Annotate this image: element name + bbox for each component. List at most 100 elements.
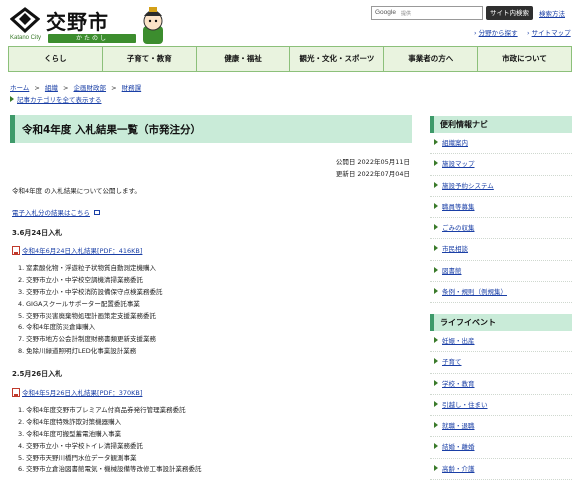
sidebar-item-employment[interactable]: 就職・退職 — [430, 416, 572, 438]
breadcrumb: ホーム > 組織 > 企画財政部 > 財務課 — [10, 82, 141, 92]
sidebar-item-ordinances[interactable]: 条例・規則（例規集） — [430, 282, 572, 304]
list-item: 2. 交野市立小・中学校空調機清掃業務委託 — [18, 275, 143, 284]
sidebar-item-label[interactable]: 子育て — [442, 358, 462, 366]
pdf-icon — [12, 388, 20, 397]
nav-item-tourism[interactable]: 観光・文化・スポーツ — [290, 47, 385, 71]
triangle-right-icon — [434, 245, 438, 252]
electronic-bid-label[interactable]: 電子入札分の結果はこちら — [12, 209, 90, 217]
breadcrumb-separator: > — [34, 84, 40, 92]
sidebar-item-label[interactable]: 条例・規則（例規集） — [442, 288, 507, 296]
sidebar-item-marriage[interactable]: 結婚・離婚 — [430, 437, 572, 459]
triangle-right-icon — [434, 266, 438, 273]
sidebar-item-label[interactable]: 就職・退職 — [442, 422, 475, 430]
show-all-categories-label[interactable]: 記事カテゴリを全て表示する — [17, 96, 102, 104]
sidebar-item-label[interactable]: 市民相談 — [442, 245, 468, 253]
triangle-right-icon — [434, 400, 438, 407]
list-item: 6. 交野市立倉治図書館電気・機械設備等改修工事設計業務委託 — [18, 465, 202, 474]
sidebar-item-label[interactable]: 高齢・介護 — [442, 465, 475, 473]
breadcrumb-finance-division[interactable]: 財務課 — [122, 84, 142, 92]
sidebar-item-school[interactable]: 学校・教育 — [430, 374, 572, 395]
nav-item-city[interactable]: 市政について — [478, 47, 571, 71]
sidebar-item-label[interactable]: 施設マップ — [442, 160, 475, 168]
external-link-icon — [94, 210, 101, 215]
show-all-categories[interactable]: 記事カテゴリを全て表示する — [10, 94, 102, 104]
nav-item-living[interactable]: くらし — [9, 47, 103, 71]
pdf-link[interactable]: 令和4年6月24日入札結果[PDF：416KB] — [12, 245, 142, 255]
sidebar-item-childcare[interactable]: 子育て — [430, 352, 572, 374]
arrow-right-icon: › — [527, 29, 530, 37]
sidebar-item-label[interactable]: 妊娠・出産 — [442, 337, 475, 345]
site-logo[interactable]: 交野市 Katano City かたのし — [8, 4, 163, 44]
site-search-button[interactable]: サイト内検索 — [486, 6, 533, 20]
city-emblem-icon — [10, 7, 40, 33]
browse-by-field-link[interactable]: › 分野から探す — [474, 27, 518, 37]
list-item: 6. 令和4年度防災倉庫購入 — [18, 323, 96, 332]
sidebar-item-library[interactable]: 図書館 — [430, 261, 572, 283]
triangle-right-icon — [434, 288, 438, 295]
triangle-right-icon — [434, 443, 438, 450]
list-item: 8. 免除川緑道照明灯LED化事業設計業務 — [18, 347, 137, 356]
sidebar-item-label[interactable]: 学校・教育 — [442, 380, 475, 388]
sidebar-item-garbage[interactable]: ごみの収集 — [430, 218, 572, 240]
section-heading: 3.6月24日入札 — [12, 229, 63, 237]
global-nav: くらし 子育て・教育 健康・福祉 観光・文化・スポーツ 事業者の方へ 市政につい… — [8, 46, 572, 72]
published-date: 公開日 2022年05月11日 — [335, 158, 410, 166]
intro-text: 令和4年度 の入札結果について公開します。 — [12, 187, 141, 195]
page-title-bar: 令和4年度 入札結果一覧（市発注分） — [10, 115, 412, 143]
sidebar-item-label[interactable]: 組織案内 — [442, 139, 468, 147]
sidebar-item-label[interactable]: 施設予約システム — [442, 182, 494, 190]
list-item: 2. 令和4年度特殊詐欺対策機器購入 — [18, 417, 122, 426]
sidebar-item-label[interactable]: 結婚・離婚 — [442, 443, 475, 451]
search-provider-label: Google — [375, 9, 396, 16]
pdf-link-label[interactable]: 令和4年5月26日入札結果[PDF：370KB] — [22, 389, 142, 397]
sidebar-useful-nav: 便利情報ナビ 組織案内 施設マップ 施設予約システム 職員等募集 ごみの収集 市… — [430, 116, 572, 304]
breadcrumb-home[interactable]: ホーム — [10, 84, 29, 92]
pdf-link[interactable]: 令和4年5月26日入札結果[PDF：370KB] — [12, 387, 142, 397]
site-header: 交野市 Katano City かたのし Google 提供 サイト内検索 検索… — [0, 0, 580, 46]
sidebar-item-facility-reservation[interactable]: 施設予約システム — [430, 176, 572, 197]
sidebar-item-label[interactable]: ごみの収集 — [442, 224, 475, 232]
sitemap-link[interactable]: › サイトマップ — [527, 27, 571, 37]
nav-item-health[interactable]: 健康・福祉 — [197, 47, 291, 71]
sidebar-item-organization[interactable]: 組織案内 — [430, 133, 572, 155]
sidebar-item-label[interactable]: 引越し・住まい — [442, 401, 488, 409]
arrow-right-icon: › — [474, 29, 477, 37]
triangle-right-icon — [434, 181, 438, 188]
sidebar-item-moving[interactable]: 引越し・住まい — [430, 395, 572, 417]
sidebar-item-label[interactable]: 職員等募集 — [442, 203, 475, 211]
electronic-bid-link[interactable]: 電子入札分の結果はこちら — [12, 207, 101, 217]
list-item: 1. 窒素酸化物・浮遊粒子状物質自動測定機購入 — [18, 264, 156, 272]
list-item: 5. 交野市天野川橋門水位データ観測事業 — [18, 453, 137, 462]
sidebar-item-facility-map[interactable]: 施設マップ — [430, 154, 572, 176]
nav-item-childcare[interactable]: 子育て・教育 — [103, 47, 197, 71]
sitemap-label[interactable]: サイトマップ — [532, 29, 571, 37]
pdf-link-label[interactable]: 令和4年6月24日入札結果[PDF：416KB] — [22, 247, 142, 255]
sidebar-item-pregnancy[interactable]: 妊娠・出産 — [430, 331, 572, 353]
breadcrumb-organization[interactable]: 組織 — [45, 84, 58, 92]
list-item: 5. 交野市災害廃棄物処理計画策定支援業務委託 — [18, 311, 156, 320]
list-item: 4. 交野市立小・中学校トイレ清掃業務委託 — [18, 441, 143, 450]
breadcrumb-planning-finance[interactable]: 企画財政部 — [74, 84, 107, 92]
sidebar-item-recruitment[interactable]: 職員等募集 — [430, 197, 572, 219]
sidebar-item-label[interactable]: 図書館 — [442, 267, 462, 275]
search-input[interactable]: Google 提供 — [371, 6, 483, 20]
list-item: 3. 交野市立小・中学校消防設備保守点検業務委託 — [18, 287, 163, 296]
section-heading: 2.5月26日入札 — [12, 370, 63, 378]
bid-list: 1. 令和4年度交野市プレミアム付商品券発行管理業務委託 2. 令和4年度特殊詐欺対… — [18, 405, 202, 476]
breadcrumb-separator: > — [111, 84, 117, 92]
triangle-right-icon — [434, 337, 438, 343]
logo-kana: かたのし — [48, 34, 136, 43]
triangle-right-icon — [434, 379, 438, 386]
sidebar-item-consultation[interactable]: 市民相談 — [430, 239, 572, 261]
sidebar-item-elderly[interactable]: 高齢・介護 — [430, 459, 572, 481]
updated-date: 更新日 2022年07月04日 — [335, 170, 410, 178]
sidebar-life-title: ライフイベント — [430, 314, 572, 331]
triangle-right-icon — [434, 464, 438, 471]
triangle-right-icon — [434, 160, 438, 167]
list-item: 3. 令和4年度可搬型蓄電池購入事業 — [18, 429, 122, 438]
nav-item-business[interactable]: 事業者の方へ — [384, 47, 479, 71]
search-help-link[interactable]: 検索方法 — [539, 8, 565, 18]
triangle-right-icon — [434, 358, 438, 365]
browse-by-field-label[interactable]: 分野から探す — [479, 29, 518, 37]
list-item: 1. 令和4年度交野市プレミアム付商品券発行管理業務委託 — [18, 406, 186, 414]
